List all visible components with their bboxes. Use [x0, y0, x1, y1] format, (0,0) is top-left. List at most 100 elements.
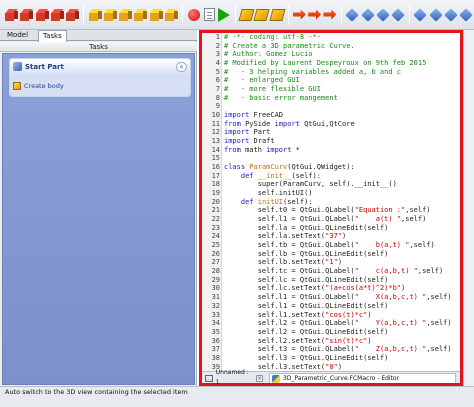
task-box-start-part: Start Part « Create body: [9, 58, 191, 97]
blue-tool-icon: [391, 7, 405, 22]
code-token: Draft: [249, 137, 275, 146]
right-scrollbar[interactable]: [463, 30, 474, 386]
code-token: self.tb = QtGui.QLabel(: [224, 241, 355, 250]
code-token: math: [240, 145, 267, 154]
close-icon[interactable]: ×: [256, 374, 263, 382]
toolbar-separator: [234, 4, 236, 25]
arrow-tool-button[interactable]: [292, 7, 306, 22]
create-body-link[interactable]: Create body: [24, 82, 64, 90]
collapse-icon[interactable]: «: [176, 61, 187, 72]
code-text: self.lc = QtGui.QLineEdit(self): [222, 276, 389, 285]
record-macro-button[interactable]: [187, 7, 200, 22]
line-number: 15: [211, 154, 220, 163]
code-text: self.lc.setText("(a+cos(a*t)^2)*b"): [222, 284, 406, 293]
blue-tool-icon: [376, 7, 390, 22]
line-number: 38: [211, 353, 220, 362]
view-cube-icon: [119, 8, 133, 21]
part-cube-button[interactable]: [35, 7, 49, 22]
view-cube-button[interactable]: [134, 7, 148, 22]
start-part-icon: [13, 62, 22, 71]
status-bar: Auto switch to the 3D view containing th…: [0, 386, 474, 407]
blue-tool-button[interactable]: [459, 7, 474, 22]
3d-view-icon: [205, 374, 213, 382]
part-cube-button[interactable]: [20, 7, 34, 22]
code-text: self.l1 = QtGui.QLineEdit(self): [222, 302, 389, 311]
tab-macro-editor[interactable]: 3D_Parametric_Curve.FCMacro - Editor: [269, 373, 456, 383]
line-number: 5: [215, 67, 220, 76]
code-token: # Create a 3D parametric Curve.: [224, 41, 355, 50]
blue-tool-button[interactable]: [413, 7, 428, 22]
blue-tool-button[interactable]: [391, 7, 405, 22]
code-text: import Draft: [222, 137, 275, 146]
code-line: 15: [202, 154, 460, 163]
code-line: 38 self.l3 = QtGui.QLineEdit(self): [202, 354, 460, 363]
code-text: from math import *: [222, 146, 300, 155]
code-token: ): [367, 310, 372, 319]
view-cube-button[interactable]: [119, 7, 133, 22]
part-cube-icon: [50, 8, 64, 21]
view-cube-button[interactable]: [164, 7, 178, 22]
code-line: 21 self.t0 = QtGui.QLabel("Equation :",s…: [202, 206, 460, 215]
code-text: self.l2.setText("sin(t)*c"): [222, 337, 372, 346]
line-number: 7: [215, 85, 220, 94]
code-line: 34 self.l2 = QtGui.QLabel(" Y(a,b,c,t) "…: [202, 319, 460, 328]
tab-model[interactable]: Model: [3, 30, 32, 41]
sketch-button[interactable]: [253, 7, 270, 22]
view-cube-button[interactable]: [149, 7, 163, 22]
code-token: ,self): [409, 241, 435, 250]
blue-tool-button[interactable]: [428, 7, 443, 22]
code-token: ,self): [426, 345, 452, 354]
line-number: 31: [211, 293, 220, 302]
code-line: 1 # -*- coding: utf-8 -*-: [202, 33, 460, 42]
part-cube-button[interactable]: [66, 7, 80, 22]
part-cube-button[interactable]: [5, 7, 19, 22]
code-area[interactable]: 1 # -*- coding: utf-8 -*- 2 # Create a 3D p…: [202, 33, 460, 371]
code-line: 10 import FreeCAD: [202, 111, 460, 120]
blue-tool-button[interactable]: [444, 7, 458, 22]
blue-tool-button[interactable]: [345, 7, 360, 22]
part-cube-icon: [5, 8, 19, 21]
execute-macro-button[interactable]: [218, 7, 231, 22]
code-text: self.t0 = QtGui.QLabel("Equation :",self…: [222, 206, 431, 215]
python-file-icon: [272, 374, 280, 383]
code-token: __init__: [257, 171, 292, 180]
code-line: 26 self.lb = QtGui.QLineEdit(self): [202, 250, 460, 259]
blue-tool-button[interactable]: [360, 7, 375, 22]
code-text: self.l2 = QtGui.QLineEdit(self): [222, 328, 389, 337]
macro-editor[interactable]: 1 # -*- coding: utf-8 -*- 2 # Create a 3D p…: [202, 33, 460, 371]
sketch-icon: [253, 8, 270, 21]
view-cube-button[interactable]: [103, 7, 117, 22]
line-number: 19: [211, 189, 220, 198]
sketch-button[interactable]: [238, 7, 255, 22]
tab-tasks[interactable]: Tasks: [38, 30, 67, 42]
part-cube-button[interactable]: [50, 7, 64, 22]
code-token: " X(a,b,c,t) ": [354, 293, 427, 302]
arrow-tool-button[interactable]: [323, 7, 337, 22]
code-text: def initUI(self):: [222, 198, 313, 207]
code-token: QtGui,QtCore: [299, 119, 355, 128]
task-box-header[interactable]: Start Part «: [10, 59, 190, 74]
toolbar-separator: [340, 4, 342, 25]
tab-unnamed-document[interactable]: Unnamed : 1 ×: [205, 369, 263, 386]
code-text: import FreeCAD: [222, 111, 283, 120]
code-token: self.t3 = QtGui.QLabel(: [224, 345, 355, 354]
arrow-tool-icon: [323, 9, 337, 20]
macro-document-button[interactable]: [202, 7, 215, 22]
arrow-tool-button[interactable]: [308, 7, 322, 22]
line-number: 12: [211, 128, 220, 137]
code-token: # - basic error mangement: [224, 93, 338, 102]
view-cube-button[interactable]: [88, 7, 102, 22]
blue-tool-icon: [444, 7, 458, 22]
code-line: 18 super(ParamCurv, self).__init__(): [202, 180, 460, 189]
code-token: " a(t) ": [354, 215, 402, 224]
code-text: # - 3 helping variables added a, b and c: [222, 68, 401, 77]
line-number: 23: [211, 223, 220, 232]
code-line: 13 import Draft: [202, 137, 460, 146]
sketch-button[interactable]: [269, 7, 286, 22]
line-number: 3: [215, 50, 220, 59]
code-token: # - 3 helping variables added a, b and c: [224, 67, 402, 76]
blue-tool-button[interactable]: [376, 7, 390, 22]
code-line: 11 from PySide import QtGui,QtCore: [202, 120, 460, 129]
